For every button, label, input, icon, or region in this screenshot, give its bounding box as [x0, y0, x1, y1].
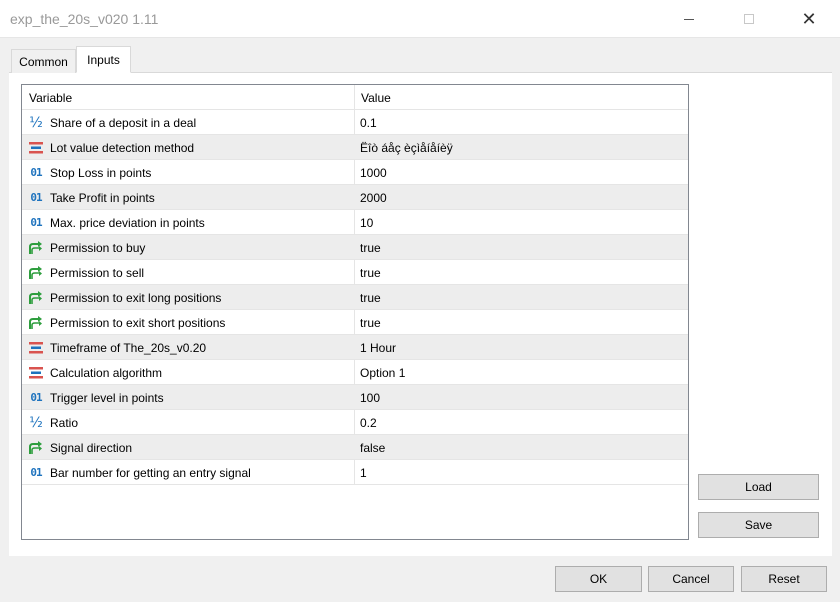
variable-value[interactable]: 0.1: [360, 116, 377, 130]
variable-name: Permission to sell: [50, 266, 145, 280]
window-title: exp_the_20s_v020 1.11: [10, 11, 159, 27]
table-row[interactable]: ½ Share of a deposit in a deal 0.1: [22, 110, 688, 135]
maximize-button[interactable]: [726, 0, 772, 38]
reset-button[interactable]: Reset: [741, 566, 827, 592]
variable-name: Share of a deposit in a deal: [50, 116, 197, 130]
variable-name: Max. price deviation in points: [50, 216, 205, 230]
boolean-icon: [28, 290, 44, 305]
variable-name: Bar number for getting an entry signal: [50, 466, 251, 480]
table-row[interactable]: Permission to exit short positions true: [22, 310, 688, 335]
variable-value[interactable]: 1 Hour: [360, 341, 396, 355]
table-row[interactable]: 01 Bar number for getting an entry signal…: [22, 460, 688, 485]
title-bar: exp_the_20s_v020 1.11 ✕: [0, 0, 840, 38]
table-row[interactable]: 01 Stop Loss in points 1000: [22, 160, 688, 185]
variable-name: Permission to exit short positions: [50, 316, 226, 330]
boolean-icon: [28, 315, 44, 330]
boolean-icon: [28, 240, 44, 255]
integer-icon: 01: [30, 166, 42, 179]
variable-name: Permission to exit long positions: [50, 291, 222, 305]
inputs-table: Variable Value ½ Share of a deposit in a …: [21, 84, 689, 540]
ok-button[interactable]: OK: [555, 566, 642, 592]
tab-common[interactable]: Common: [11, 49, 76, 73]
close-icon: ✕: [801, 8, 817, 30]
variable-value[interactable]: 2000: [360, 191, 387, 205]
variable-name: Stop Loss in points: [50, 166, 152, 180]
variable-value[interactable]: Option 1: [360, 366, 405, 380]
variable-value[interactable]: 10: [360, 216, 373, 230]
column-header-variable[interactable]: Variable: [29, 91, 72, 105]
variable-value[interactable]: true: [360, 241, 381, 255]
variable-name: Ratio: [50, 416, 79, 430]
integer-icon: 01: [30, 391, 42, 404]
variable-value[interactable]: true: [360, 291, 381, 305]
fraction-icon: ½: [29, 114, 43, 131]
variable-value[interactable]: true: [360, 316, 381, 330]
tab-inputs[interactable]: Inputs: [76, 46, 131, 73]
table-row[interactable]: 01 Max. price deviation in points 10: [22, 210, 688, 235]
close-button[interactable]: ✕: [786, 0, 832, 38]
variable-value[interactable]: Ëîò áåç èçìåíåíèÿ: [360, 141, 453, 155]
boolean-icon: [28, 440, 44, 455]
load-button[interactable]: Load: [698, 474, 819, 500]
variable-name: Permission to buy: [50, 241, 146, 255]
maximize-icon: [744, 14, 754, 24]
variable-name: Signal direction: [50, 441, 133, 455]
table-row[interactable]: 01 Trigger level in points 100: [22, 385, 688, 410]
save-button[interactable]: Save: [698, 512, 819, 538]
table-row[interactable]: 01 Take Profit in points 2000: [22, 185, 688, 210]
table-row[interactable]: Timeframe of The_20s_v0.20 1 Hour: [22, 335, 688, 360]
table-row[interactable]: Signal direction false: [22, 435, 688, 460]
integer-icon: 01: [30, 216, 42, 229]
fraction-icon: ½: [29, 414, 43, 431]
enum-icon: [28, 365, 44, 380]
table-row[interactable]: Lot value detection method Ëîò áåç èçìåíå…: [22, 135, 688, 160]
table-row[interactable]: Calculation algorithm Option 1: [22, 360, 688, 385]
variable-value[interactable]: 1000: [360, 166, 387, 180]
variable-value[interactable]: 0.2: [360, 416, 377, 430]
table-row[interactable]: Permission to buy true: [22, 235, 688, 260]
table-header: Variable Value: [22, 85, 688, 110]
variable-value[interactable]: 1: [360, 466, 367, 480]
variable-value[interactable]: 100: [360, 391, 380, 405]
table-row[interactable]: Permission to exit long positions true: [22, 285, 688, 310]
variable-name: Lot value detection method: [50, 141, 195, 155]
variable-value[interactable]: false: [360, 441, 385, 455]
variable-name: Calculation algorithm: [50, 366, 163, 380]
enum-icon: [28, 140, 44, 155]
boolean-icon: [28, 265, 44, 280]
minimize-icon: [684, 18, 694, 20]
integer-icon: 01: [30, 191, 42, 204]
variable-name: Timeframe of The_20s_v0.20: [50, 341, 207, 355]
variable-name: Take Profit in points: [50, 191, 155, 205]
variable-value[interactable]: true: [360, 266, 381, 280]
integer-icon: 01: [30, 466, 42, 479]
cancel-button[interactable]: Cancel: [648, 566, 734, 592]
variable-name: Trigger level in points: [50, 391, 164, 405]
enum-icon: [28, 340, 44, 355]
table-row[interactable]: ½ Ratio 0.2: [22, 410, 688, 435]
minimize-button[interactable]: [666, 0, 712, 38]
table-row[interactable]: Permission to sell true: [22, 260, 688, 285]
column-header-value[interactable]: Value: [361, 91, 391, 105]
